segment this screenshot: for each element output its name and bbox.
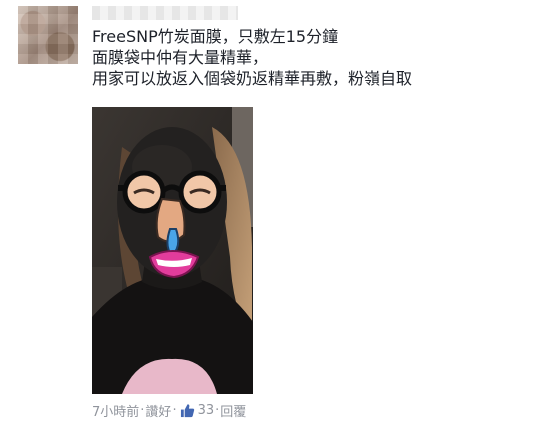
separator: ·	[140, 403, 145, 418]
author-name-redacted[interactable]	[92, 6, 238, 20]
comment-line: 用家可以放返入個袋奶返精華再敷，粉嶺自取	[92, 69, 413, 88]
like-button[interactable]: 讚好	[145, 401, 171, 420]
thumbs-up-icon[interactable]	[180, 403, 195, 418]
reply-button[interactable]: 回覆	[220, 401, 246, 420]
avatar[interactable]	[18, 6, 78, 64]
separator: ·	[215, 403, 220, 418]
attached-photo[interactable]	[92, 107, 253, 394]
comment-line: FreeSNP竹炭面膜，只敷左15分鐘	[92, 27, 339, 46]
comment-line: 面膜袋中仲有大量精華，	[92, 48, 269, 67]
comment-footer: 7小時前 · 讚好 · 33 · 回覆	[92, 401, 246, 420]
like-count[interactable]: 33	[198, 403, 215, 418]
timestamp[interactable]: 7小時前	[92, 401, 139, 420]
separator: ·	[172, 403, 177, 418]
comment-text: FreeSNP竹炭面膜，只敷左15分鐘 面膜袋中仲有大量精華， 用家可以放返入個…	[92, 26, 532, 89]
